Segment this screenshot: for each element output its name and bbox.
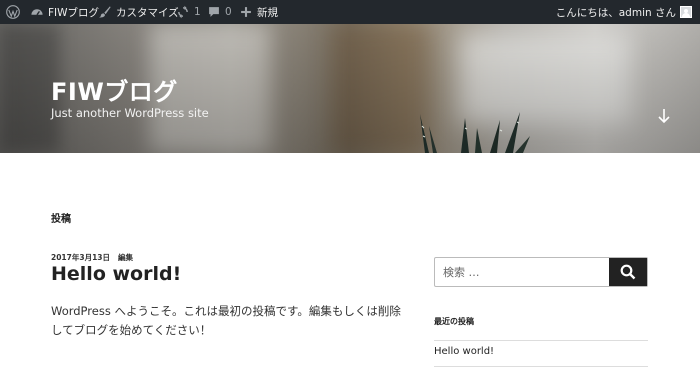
header-plant-illustration bbox=[420, 112, 530, 153]
update-icon bbox=[176, 5, 190, 19]
site-tagline: Just another WordPress site bbox=[51, 106, 209, 120]
comment-icon bbox=[207, 5, 221, 19]
customize-label: カスタマイズ bbox=[116, 6, 179, 19]
arrow-down-icon[interactable] bbox=[656, 108, 672, 124]
new-label: 新規 bbox=[257, 6, 278, 19]
divider bbox=[434, 366, 648, 367]
post-title[interactable]: Hello world! bbox=[51, 263, 181, 285]
dashboard-icon bbox=[30, 5, 44, 19]
comments-count: 0 bbox=[225, 6, 232, 18]
greeting-label: こんにちは、admin さん bbox=[555, 6, 676, 19]
new-content-menu[interactable]: 新規 bbox=[239, 0, 278, 24]
divider bbox=[434, 340, 648, 341]
comments-menu[interactable]: 0 bbox=[207, 0, 232, 24]
page-title: 投稿 bbox=[51, 214, 71, 225]
site-header: FIWブログ Just another WordPress site bbox=[0, 24, 700, 153]
post-excerpt: WordPress へようこそ。これは最初の投稿です。編集もしくは削除してブログ… bbox=[51, 304, 401, 337]
post-meta: 2017年3月13日 編集 bbox=[51, 252, 133, 263]
post-edit-link[interactable]: 編集 bbox=[118, 252, 133, 263]
plus-icon bbox=[239, 5, 253, 19]
wordpress-logo-icon bbox=[6, 5, 20, 19]
search-icon bbox=[620, 264, 636, 280]
paintbrush-icon bbox=[98, 5, 112, 19]
post-date-link[interactable]: 2017年3月13日 bbox=[51, 252, 110, 263]
site-name-label: FIWブログ bbox=[48, 6, 100, 19]
search-input[interactable] bbox=[435, 258, 609, 286]
my-account-menu[interactable]: こんにちは、admin さん bbox=[556, 0, 692, 24]
wp-logo-menu[interactable] bbox=[6, 0, 20, 24]
site-title[interactable]: FIWブログ bbox=[51, 72, 178, 107]
updates-menu[interactable]: 1 bbox=[176, 0, 201, 24]
avatar bbox=[680, 6, 692, 18]
search-form bbox=[434, 257, 648, 287]
recent-posts-heading: 最近の投稿 bbox=[434, 317, 474, 326]
updates-count: 1 bbox=[194, 6, 201, 18]
site-name-menu[interactable]: FIWブログ bbox=[30, 0, 99, 24]
search-button[interactable] bbox=[609, 258, 647, 286]
admin-bar: FIWブログ カスタマイズ 1 0 新規 こんにちは、admin さん bbox=[0, 0, 700, 24]
customize-menu[interactable]: カスタマイズ bbox=[98, 0, 179, 24]
recent-post-link[interactable]: Hello world! bbox=[434, 346, 494, 357]
